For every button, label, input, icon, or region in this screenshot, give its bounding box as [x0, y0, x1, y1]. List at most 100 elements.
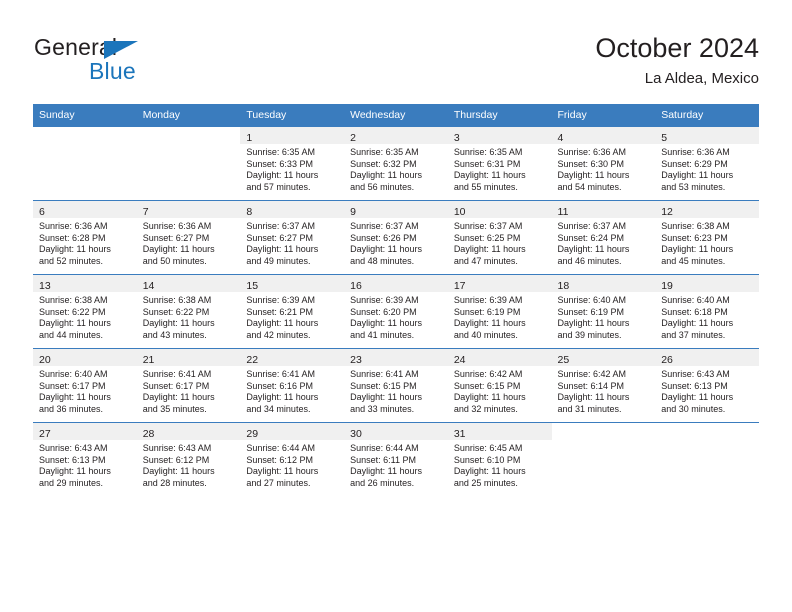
calendar-day-cell[interactable]: 19 Sunrise: 6:40 AM Sunset: 6:18 PM Dayligh… — [655, 274, 759, 349]
calendar-day-cell[interactable]: 24 Sunrise: 6:42 AM Sunset: 6:15 PM Dayligh… — [447, 348, 552, 423]
weekday-header-saturday: Saturday — [655, 104, 759, 127]
sunrise-time: Sunrise: 6:35 AM — [246, 147, 315, 157]
daylight-duration-line1: Daylight: 11 hours — [350, 466, 422, 477]
calendar-day-cell[interactable]: 8 Sunrise: 6:37 AM Sunset: 6:27 PM Daylight… — [240, 200, 345, 275]
day-content: 19 Sunrise: 6:40 AM Sunset: 6:18 PM Dayligh… — [655, 275, 759, 348]
day-number: 1 — [246, 132, 253, 144]
calendar-day-cell[interactable]: 29 Sunrise: 6:44 AM Sunset: 6:12 PM Dayligh… — [240, 422, 345, 496]
day-content: 26 Sunrise: 6:43 AM Sunset: 6:13 PM Dayligh… — [655, 349, 759, 422]
calendar-day-cell[interactable]: 25 Sunrise: 6:42 AM Sunset: 6:14 PM Dayligh… — [551, 348, 656, 423]
day-astronomy-info: Sunrise: 6:43 AM Sunset: 6:13 PM Daylight:… — [33, 440, 137, 489]
daylight-duration-line1: Daylight: 11 hours — [350, 170, 422, 181]
calendar-day-cell[interactable]: 15 Sunrise: 6:39 AM Sunset: 6:21 PM Dayligh… — [240, 274, 345, 349]
calendar-day-cell[interactable]: 6 Sunrise: 6:36 AM Sunset: 6:28 PM Daylight… — [33, 200, 137, 275]
calendar-day-cell[interactable]: 12 Sunrise: 6:38 AM Sunset: 6:23 PM Dayligh… — [655, 200, 759, 275]
calendar-day-cell[interactable]: 14 Sunrise: 6:38 AM Sunset: 6:22 PM Dayligh… — [136, 274, 241, 349]
daylight-duration-line2: and 37 minutes. — [661, 329, 726, 340]
calendar-day-cell[interactable]: 31 Sunrise: 6:45 AM Sunset: 6:10 PM Dayligh… — [447, 422, 552, 496]
calendar-day-cell[interactable]: 26 Sunrise: 6:43 AM Sunset: 6:13 PM Dayligh… — [655, 348, 759, 423]
day-number: 26 — [661, 354, 673, 366]
day-content: 21 Sunrise: 6:41 AM Sunset: 6:17 PM Dayligh… — [136, 349, 241, 422]
day-number-strip: 8 — [240, 201, 345, 218]
sunrise-time: Sunrise: 6:36 AM — [557, 147, 627, 157]
calendar-day-cell[interactable]: 3 Sunrise: 6:35 AM Sunset: 6:31 PM Daylight… — [447, 126, 552, 201]
calendar-day-cell[interactable]: 27 Sunrise: 6:43 AM Sunset: 6:13 PM Dayligh… — [33, 422, 137, 496]
weekday-header-thursday: Thursday — [447, 104, 552, 127]
calendar-day-cell[interactable]: 13 Sunrise: 6:38 AM Sunset: 6:22 PM Dayligh… — [33, 274, 137, 349]
day-number-strip: 13 — [33, 275, 137, 292]
day-content: 6 Sunrise: 6:36 AM Sunset: 6:28 PM Daylight… — [33, 201, 137, 274]
calendar-day-cell[interactable]: 7 Sunrise: 6:36 AM Sunset: 6:27 PM Daylight… — [136, 200, 241, 275]
sunset-time: Sunset: 6:13 PM — [39, 454, 106, 465]
calendar-day-cell[interactable]: 5 Sunrise: 6:36 AM Sunset: 6:29 PM Daylight… — [655, 126, 759, 201]
daylight-duration-line2: and 45 minutes. — [661, 255, 726, 266]
daylight-duration-line1: Daylight: 11 hours — [142, 466, 215, 477]
day-number: 28 — [142, 428, 155, 440]
day-astronomy-info: Sunrise: 6:40 AM Sunset: 6:18 PM Daylight:… — [655, 292, 759, 341]
calendar-day-cell — [136, 126, 241, 201]
day-number: 9 — [350, 206, 356, 218]
day-astronomy-info: Sunrise: 6:37 AM Sunset: 6:25 PM Daylight:… — [448, 218, 552, 267]
calendar-day-cell[interactable]: 2 Sunrise: 6:35 AM Sunset: 6:32 PM Daylight… — [344, 126, 448, 201]
day-content: 1 Sunrise: 6:35 AM Sunset: 6:33 PM Daylight… — [240, 127, 345, 200]
daylight-duration-line2: and 31 minutes. — [557, 403, 622, 414]
calendar-day-cell[interactable]: 17 Sunrise: 6:39 AM Sunset: 6:19 PM Dayligh… — [447, 274, 552, 349]
calendar-day-cell[interactable]: 28 Sunrise: 6:43 AM Sunset: 6:12 PM Dayligh… — [136, 422, 241, 496]
daylight-duration-line1: Daylight: 11 hours — [350, 318, 422, 329]
calendar-day-cell[interactable]: 21 Sunrise: 6:41 AM Sunset: 6:17 PM Dayligh… — [136, 348, 241, 423]
calendar-day-cell[interactable]: 23 Sunrise: 6:41 AM Sunset: 6:15 PM Dayligh… — [344, 348, 448, 423]
day-content: 2 Sunrise: 6:35 AM Sunset: 6:32 PM Daylight… — [344, 127, 448, 200]
day-content: 8 Sunrise: 6:37 AM Sunset: 6:27 PM Daylight… — [240, 201, 345, 274]
calendar-day-cell[interactable]: 30 Sunrise: 6:44 AM Sunset: 6:11 PM Dayligh… — [344, 422, 448, 496]
day-number: 14 — [142, 280, 155, 292]
day-astronomy-info: Sunrise: 6:37 AM Sunset: 6:27 PM Daylight:… — [240, 218, 344, 267]
sunrise-time: Sunrise: 6:39 AM — [246, 295, 315, 305]
sunrise-time: Sunrise: 6:42 AM — [557, 369, 627, 379]
day-number-strip — [551, 423, 656, 440]
sunset-time: Sunset: 6:14 PM — [557, 380, 625, 391]
sunrise-time: Sunrise: 6:43 AM — [39, 443, 108, 453]
daylight-duration-line1: Daylight: 11 hours — [246, 466, 319, 477]
calendar-day-cell — [655, 422, 759, 496]
daylight-duration-line2: and 29 minutes. — [39, 477, 104, 488]
sunrise-time: Sunrise: 6:40 AM — [557, 295, 627, 305]
daylight-duration-line2: and 46 minutes. — [557, 255, 622, 266]
day-astronomy-info: Sunrise: 6:45 AM Sunset: 6:10 PM Daylight:… — [448, 440, 552, 489]
calendar-day-cell[interactable]: 4 Sunrise: 6:36 AM Sunset: 6:30 PM Daylight… — [551, 126, 656, 201]
day-number: 13 — [39, 280, 51, 292]
calendar-day-cell[interactable]: 11 Sunrise: 6:37 AM Sunset: 6:24 PM Dayligh… — [551, 200, 656, 275]
day-content: 29 Sunrise: 6:44 AM Sunset: 6:12 PM Dayligh… — [240, 423, 345, 496]
sunset-time: Sunset: 6:12 PM — [142, 454, 210, 465]
calendar-day-cell[interactable]: 16 Sunrise: 6:39 AM Sunset: 6:20 PM Dayligh… — [344, 274, 448, 349]
daylight-duration-line2: and 25 minutes. — [453, 477, 518, 488]
calendar-day-cell[interactable]: 9 Sunrise: 6:37 AM Sunset: 6:26 PM Daylight… — [344, 200, 448, 275]
calendar-day-cell[interactable]: 1 Sunrise: 6:35 AM Sunset: 6:33 PM Daylight… — [240, 126, 345, 201]
day-number-strip: 7 — [136, 201, 241, 218]
daylight-duration-line1: Daylight: 11 hours — [246, 244, 319, 255]
calendar-day-cell[interactable]: 10 Sunrise: 6:37 AM Sunset: 6:25 PM Dayligh… — [447, 200, 552, 275]
day-content: 27 Sunrise: 6:43 AM Sunset: 6:13 PM Dayligh… — [33, 423, 137, 496]
day-astronomy-info: Sunrise: 6:36 AM Sunset: 6:30 PM Daylight:… — [552, 144, 656, 193]
day-astronomy-info: Sunrise: 6:35 AM Sunset: 6:31 PM Daylight:… — [448, 144, 552, 193]
daylight-duration-line1: Daylight: 11 hours — [142, 244, 215, 255]
daylight-duration-line1: Daylight: 11 hours — [557, 392, 630, 403]
day-number: 10 — [453, 206, 466, 218]
day-number-strip: 6 — [33, 201, 137, 218]
calendar-page: General Blue October 2024 La Aldea, Mexi… — [0, 0, 792, 612]
sunrise-time: Sunrise: 6:45 AM — [453, 443, 523, 453]
calendar-day-cell[interactable]: 20 Sunrise: 6:40 AM Sunset: 6:17 PM Dayligh… — [33, 348, 137, 423]
day-content: 28 Sunrise: 6:43 AM Sunset: 6:12 PM Dayligh… — [136, 423, 241, 496]
day-astronomy-info: Sunrise: 6:36 AM Sunset: 6:28 PM Daylight:… — [33, 218, 137, 267]
general-blue-logo[interactable]: General Blue — [33, 32, 253, 90]
daylight-duration-line1: Daylight: 11 hours — [661, 170, 734, 181]
day-astronomy-info: Sunrise: 6:44 AM Sunset: 6:11 PM Daylight:… — [344, 440, 448, 489]
calendar-day-cell[interactable]: 18 Sunrise: 6:40 AM Sunset: 6:19 PM Dayligh… — [551, 274, 656, 349]
daylight-duration-line2: and 26 minutes. — [350, 477, 415, 488]
calendar-day-cell[interactable]: 22 Sunrise: 6:41 AM Sunset: 6:16 PM Dayligh… — [240, 348, 345, 423]
day-astronomy-info: Sunrise: 6:35 AM Sunset: 6:32 PM Daylight:… — [344, 144, 448, 193]
weekday-header-row: Sunday Monday Tuesday Wednesday Thursday… — [33, 104, 759, 127]
sunrise-time: Sunrise: 6:41 AM — [142, 369, 212, 379]
daylight-duration-line2: and 34 minutes. — [246, 403, 311, 414]
daylight-duration-line2: and 44 minutes. — [39, 329, 104, 340]
sunrise-time: Sunrise: 6:36 AM — [142, 221, 212, 231]
